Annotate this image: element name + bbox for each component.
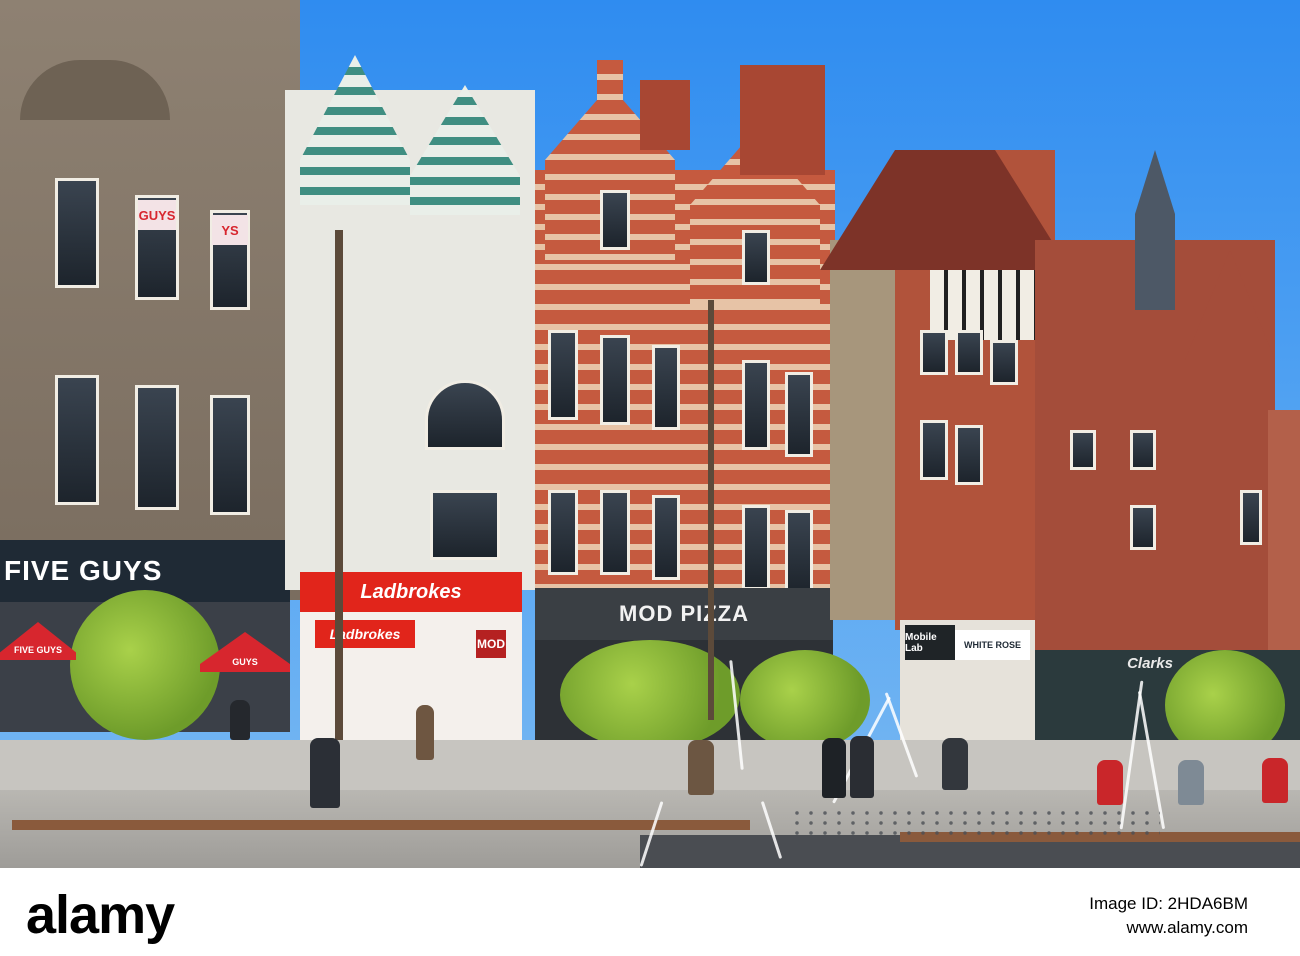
spire bbox=[1135, 150, 1175, 310]
chimney bbox=[640, 80, 690, 150]
person-seated bbox=[850, 736, 874, 798]
alamy-logo: alamy bbox=[26, 885, 175, 945]
person-seated bbox=[1178, 760, 1204, 805]
window bbox=[785, 510, 813, 595]
window bbox=[920, 420, 948, 480]
window bbox=[548, 490, 578, 575]
window bbox=[548, 330, 578, 420]
tree bbox=[740, 650, 870, 750]
window bbox=[600, 490, 630, 575]
bay-window bbox=[430, 490, 500, 560]
window bbox=[990, 340, 1018, 385]
person-seated bbox=[310, 738, 340, 808]
five-guys-window-sign: GUYS bbox=[138, 200, 176, 230]
wooden-bench-rail bbox=[12, 820, 750, 830]
window bbox=[955, 425, 983, 485]
teal-striped-gable bbox=[300, 55, 410, 205]
clarks-sign: Clarks bbox=[1127, 654, 1173, 672]
window bbox=[1130, 505, 1156, 550]
window bbox=[1070, 430, 1096, 470]
window bbox=[742, 505, 770, 590]
person-seated bbox=[942, 738, 968, 790]
window bbox=[742, 230, 770, 285]
ladbrokes-lower-sign: Ladbrokes bbox=[315, 620, 415, 648]
pigeon-flock bbox=[790, 808, 1160, 838]
mobile-lab-sign: Mobile Lab bbox=[905, 625, 955, 660]
bare-tree-trunk bbox=[335, 230, 343, 770]
window bbox=[920, 330, 948, 375]
alamy-url: www.alamy.com bbox=[1126, 918, 1248, 937]
window bbox=[955, 330, 983, 375]
five-guys-window-sign-2: YS bbox=[212, 215, 248, 245]
chimney bbox=[740, 65, 825, 175]
tudor-half-timber bbox=[930, 270, 1050, 340]
mod-badge: MOD bbox=[476, 630, 506, 658]
window bbox=[785, 372, 813, 457]
mod-pizza-sign: MOD PIZZA bbox=[535, 588, 833, 640]
arched-window bbox=[425, 380, 505, 450]
person-seated bbox=[1097, 760, 1123, 805]
window bbox=[1130, 430, 1156, 470]
tree bbox=[70, 590, 220, 740]
window bbox=[135, 385, 179, 510]
image-id-label: Image ID: 2HDA6BM bbox=[1089, 894, 1248, 913]
window bbox=[55, 178, 99, 288]
window bbox=[600, 190, 630, 250]
ladbrokes-sign: Ladbrokes bbox=[300, 572, 522, 612]
far-right-building bbox=[1268, 410, 1300, 660]
window bbox=[742, 360, 770, 450]
person-seated bbox=[822, 738, 846, 798]
window bbox=[210, 395, 250, 515]
stone-bay-building bbox=[830, 240, 900, 620]
window bbox=[1240, 490, 1262, 545]
bare-tree-trunk bbox=[708, 300, 714, 720]
person-walking bbox=[416, 705, 434, 760]
window bbox=[652, 345, 680, 430]
person-seated bbox=[688, 740, 714, 795]
window bbox=[55, 375, 99, 505]
white-rose-sign: WHITE ROSE bbox=[955, 630, 1030, 660]
window bbox=[600, 335, 630, 425]
person-seated bbox=[1262, 758, 1288, 803]
window bbox=[652, 495, 680, 580]
person-walking bbox=[230, 700, 250, 740]
street-scene-photo: GUYS YS FIVE GUYS Ladbrokes Ladbrokes MO… bbox=[0, 0, 1300, 868]
